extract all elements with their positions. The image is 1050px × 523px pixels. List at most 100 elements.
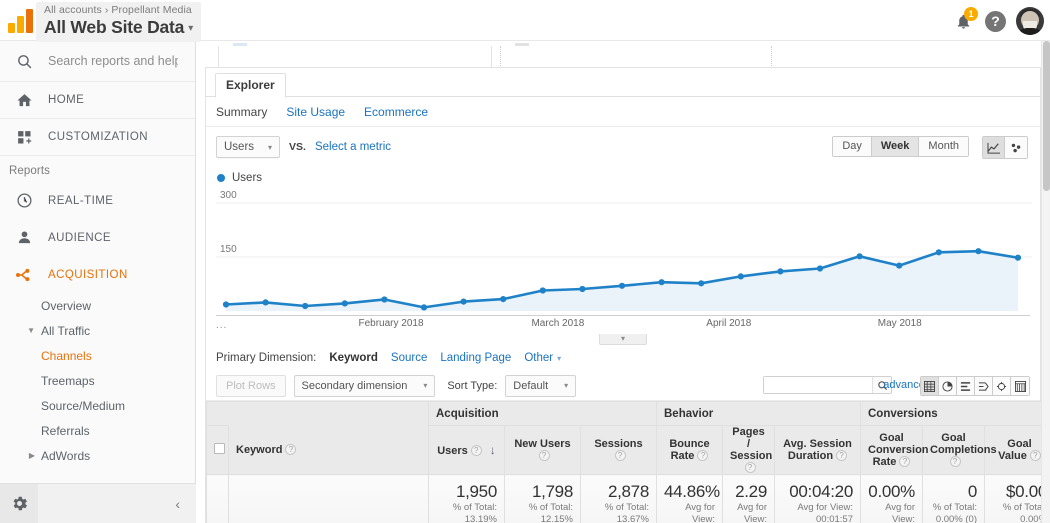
help-icon[interactable]: ? xyxy=(836,450,848,461)
sidebar-item-overview[interactable]: Overview xyxy=(0,293,195,318)
pie-view-icon[interactable] xyxy=(939,377,957,395)
collapse-sidebar-button[interactable]: ‹ xyxy=(175,496,180,512)
help-icon[interactable]: ? xyxy=(285,443,297,455)
sidebar-search[interactable] xyxy=(0,41,195,82)
help-icon[interactable]: ? xyxy=(899,456,911,467)
page-title[interactable]: All Web Site Data ▾ xyxy=(44,17,193,39)
row-checkbox-cell[interactable] xyxy=(206,474,229,523)
segment-box-primary[interactable] xyxy=(218,43,492,68)
performance-view-icon[interactable] xyxy=(975,377,993,395)
column-label: New Users xyxy=(514,438,571,450)
granularity-day[interactable]: Day xyxy=(833,137,872,156)
tab-summary[interactable]: Summary xyxy=(216,105,267,119)
sidebar-item-audience[interactable]: AUDIENCE xyxy=(0,219,195,256)
help-icon[interactable]: ? xyxy=(949,456,961,467)
sidebar-item-referrals[interactable]: Referrals xyxy=(0,418,195,443)
sidebar-item-real-time[interactable]: REAL-TIME xyxy=(0,182,195,219)
primary-dimension-landing-page[interactable]: Landing Page xyxy=(440,352,511,364)
scatter-chart-icon[interactable] xyxy=(1005,137,1027,158)
gear-icon[interactable] xyxy=(0,483,38,523)
help-icon[interactable]: ? xyxy=(538,450,550,461)
summary-sub-line: 0.00% ($0.00) xyxy=(1020,513,1048,523)
column-avg-session-duration[interactable]: Avg. Session Duration? xyxy=(774,425,861,475)
search-input[interactable] xyxy=(48,54,178,68)
home-icon xyxy=(0,92,48,109)
chevron-down-icon: ▾ xyxy=(188,23,194,34)
help-icon[interactable]: ? xyxy=(614,450,626,461)
secondary-dimension-select[interactable]: Secondary dimension ▾ xyxy=(293,374,436,397)
line-chart-icon[interactable] xyxy=(983,137,1005,158)
chevron-down-icon[interactable]: ▼ xyxy=(0,326,41,335)
table-search[interactable] xyxy=(763,376,892,394)
pivot-view-icon[interactable] xyxy=(1011,377,1029,395)
plot-rows-button[interactable]: Plot Rows xyxy=(216,374,286,397)
summary-sub-line: 13.67% (21,058) xyxy=(616,513,649,523)
scrollbar-thumb[interactable] xyxy=(1043,41,1050,191)
column-sessions[interactable]: Sessions? xyxy=(580,425,657,475)
help-button[interactable]: ? xyxy=(985,10,1006,32)
avatar[interactable] xyxy=(1016,7,1044,35)
sidebar-item-home[interactable]: HOME xyxy=(0,82,195,119)
account-selector[interactable]: All accounts › Propellant Media All Web Si… xyxy=(36,2,202,42)
primary-dimension-source[interactable]: Source xyxy=(391,352,427,364)
sidebar-item-label: All Traffic xyxy=(41,323,91,338)
sidebar-item-channels[interactable]: Channels xyxy=(0,343,195,368)
column-bounce-rate[interactable]: Bounce Rate? xyxy=(656,425,723,475)
primary-dimension-keyword[interactable]: Keyword xyxy=(329,352,378,364)
primary-dimension-row: Primary Dimension: Keyword Source Landin… xyxy=(206,345,1040,371)
granularity-month[interactable]: Month xyxy=(919,137,968,156)
chart-expand-handle[interactable]: ▾ xyxy=(599,334,647,345)
table-search-input[interactable] xyxy=(764,377,872,393)
help-icon[interactable]: ? xyxy=(744,462,756,473)
granularity-week[interactable]: Week xyxy=(871,137,920,156)
panel-subtabs: Summary Site Usage Ecommerce xyxy=(206,97,1040,127)
table-toolbar: Plot Rows Secondary dimension ▾ Sort Typ… xyxy=(206,371,1040,401)
tab-site-usage[interactable]: Site Usage xyxy=(286,105,345,119)
summary-cell: 2,878% of Total:13.67% (21,058) xyxy=(580,474,657,523)
summary-cell: 0.00%Avg for View:0.00%(0.00%) xyxy=(860,474,923,523)
column-users[interactable]: Users? ↓ xyxy=(428,425,505,475)
column-keyword[interactable]: Keyword? xyxy=(228,425,429,475)
top-bar-actions: 1 ? xyxy=(953,6,1044,36)
chevron-down-icon[interactable]: ▾ xyxy=(557,354,561,363)
sidebar-item-acquisition[interactable]: ACQUISITION xyxy=(0,256,195,293)
sort-descending-icon[interactable]: ↓ xyxy=(490,443,496,457)
sidebar-item-source-medium[interactable]: Source/Medium xyxy=(0,393,195,418)
sidebar-item-treemaps[interactable]: Treemaps xyxy=(0,368,195,393)
column-goal-conversion-rate[interactable]: Goal Conversion Rate? xyxy=(860,425,929,475)
table-view-icon[interactable] xyxy=(921,377,939,395)
column-pages-session[interactable]: Pages / Session? xyxy=(722,425,775,475)
chevron-right-icon[interactable]: ▶ xyxy=(0,451,41,460)
column-goal-completions[interactable]: Goal Completions? xyxy=(922,425,997,475)
page-scrollbar[interactable] xyxy=(1041,41,1050,523)
sort-type-select[interactable]: Default ▾ xyxy=(505,374,577,397)
bar-view-icon[interactable] xyxy=(957,377,975,395)
column-label: Users xyxy=(437,445,468,457)
sidebar-item-customization[interactable]: CUSTOMIZATION xyxy=(0,119,195,156)
segment-bar-cutoff xyxy=(208,41,1038,68)
column-new-users[interactable]: New Users? xyxy=(504,425,581,475)
breadcrumb-account-name[interactable]: Propellant Media xyxy=(111,4,191,16)
select-all-checkbox[interactable] xyxy=(206,425,229,475)
chart-legend: Users xyxy=(206,167,1040,189)
summary-cell: 44.86%Avg for View:66.23%(-32.27%) xyxy=(656,474,723,523)
table-row: 1,950% of Total:13.19% (14,780)1,798% of… xyxy=(206,474,1050,523)
metric-select[interactable]: Users ▾ xyxy=(216,136,281,158)
notifications-button[interactable]: 1 xyxy=(953,7,978,33)
comparison-view-icon[interactable] xyxy=(993,377,1011,395)
help-icon[interactable]: ? xyxy=(697,450,709,461)
help-icon[interactable]: ? xyxy=(1029,450,1041,461)
breadcrumb-all-accounts[interactable]: All accounts xyxy=(44,4,102,16)
select-a-metric-link[interactable]: Select a metric xyxy=(315,141,391,153)
summary-sub-line: % of Total: xyxy=(604,502,649,513)
breadcrumb: All accounts › Propellant Media xyxy=(44,4,193,17)
primary-dimension-other[interactable]: Other xyxy=(524,352,553,364)
tab-explorer[interactable]: Explorer xyxy=(215,73,286,98)
users-line-chart[interactable]: 150 300 xyxy=(216,189,1032,315)
sidebar-item-adwords[interactable]: ▶ AdWords xyxy=(0,443,195,468)
summary-value: 1,950 xyxy=(455,482,497,501)
help-icon[interactable]: ? xyxy=(470,445,482,456)
sidebar-item-all-traffic[interactable]: ▼ All Traffic xyxy=(0,318,195,343)
tab-ecommerce[interactable]: Ecommerce xyxy=(364,105,428,119)
segment-box-add[interactable] xyxy=(500,43,772,68)
